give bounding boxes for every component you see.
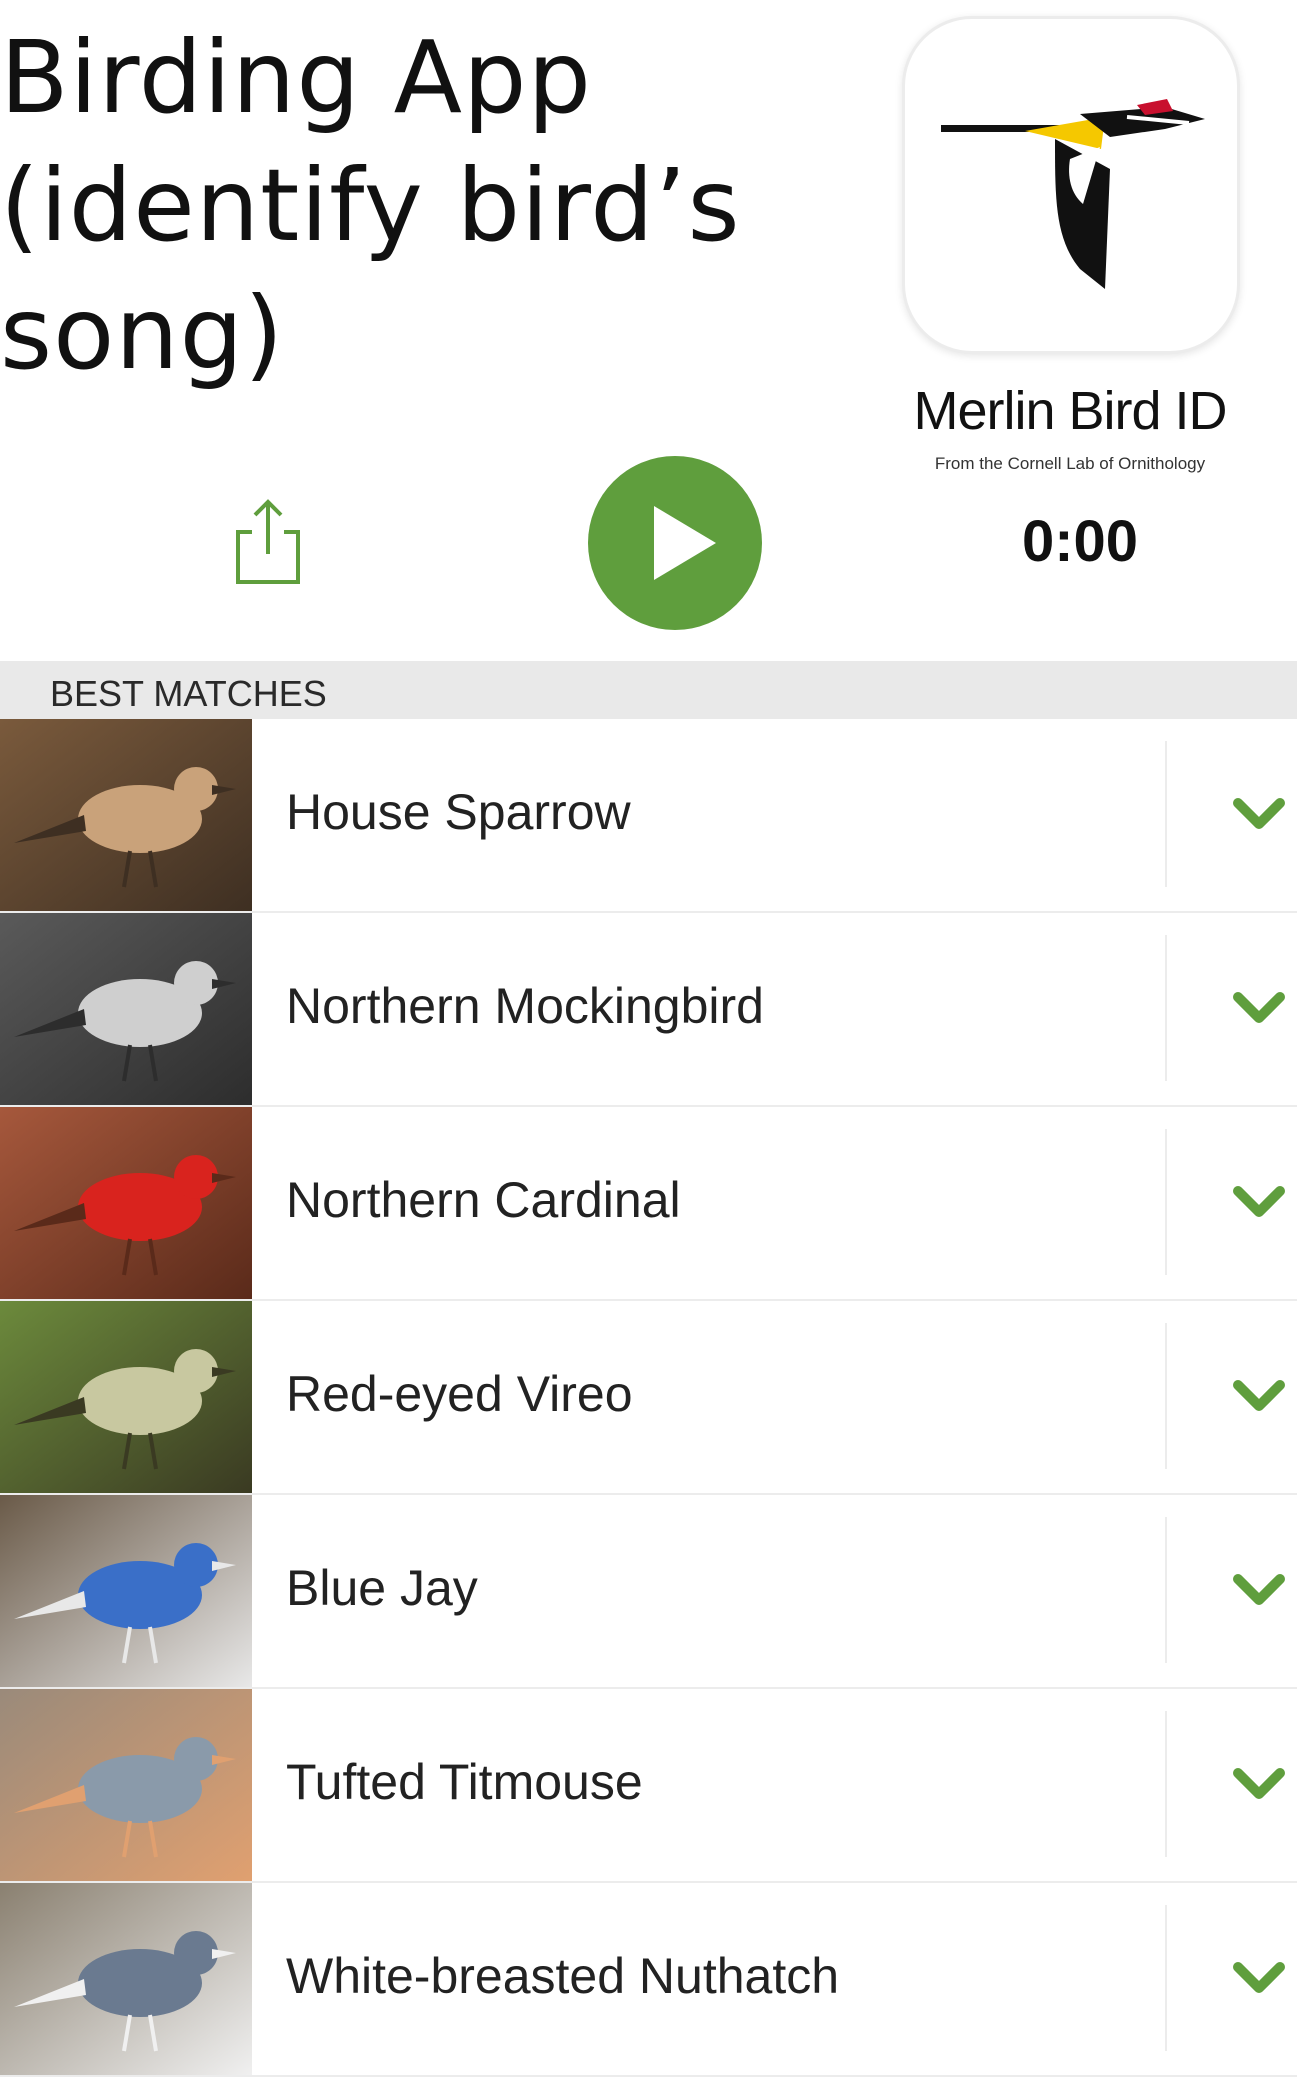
bird-photo	[0, 1495, 252, 1687]
row-divider	[1165, 1905, 1167, 2051]
bird-photo	[0, 1107, 252, 1299]
match-row[interactable]: Red-eyed Vireo	[0, 1301, 1297, 1495]
bird-name: Red-eyed Vireo	[286, 1366, 633, 1422]
expand-button[interactable]	[1228, 789, 1290, 839]
chevron-down-icon	[1233, 1574, 1285, 1605]
match-row[interactable]: Blue Jay	[0, 1495, 1297, 1689]
chevron-down-icon	[1233, 1962, 1285, 1993]
expand-button[interactable]	[1228, 1371, 1290, 1421]
expand-button[interactable]	[1228, 1759, 1290, 1809]
bird-photo	[0, 719, 252, 911]
match-row[interactable]: House Sparrow	[0, 719, 1297, 913]
bird-name: Blue Jay	[286, 1560, 478, 1616]
match-row[interactable]: White-breasted Nuthatch	[0, 1883, 1297, 2077]
bird-photo	[0, 1689, 252, 1881]
headline-line-2: (identify bird’s	[0, 147, 741, 264]
row-divider	[1165, 1517, 1167, 1663]
match-row[interactable]: Tufted Titmouse	[0, 1689, 1297, 1883]
row-divider	[1165, 1711, 1167, 1857]
chevron-down-icon	[1233, 798, 1285, 829]
row-divider	[1165, 1129, 1167, 1275]
bird-photo	[0, 913, 252, 1105]
play-button[interactable]	[588, 456, 762, 630]
section-title: BEST MATCHES	[50, 673, 327, 714]
expand-button[interactable]	[1228, 1565, 1290, 1615]
share-button[interactable]	[228, 496, 308, 586]
app-subtitle: From the Cornell Lab of Ornithology	[934, 454, 1206, 473]
recording-timer: 0:00	[1021, 509, 1139, 574]
chevron-down-icon	[1233, 1768, 1285, 1799]
share-icon	[236, 499, 300, 584]
match-row[interactable]: Northern Mockingbird	[0, 913, 1297, 1107]
bird-name: Tufted Titmouse	[286, 1754, 643, 1810]
play-icon	[654, 506, 716, 580]
row-divider	[1165, 741, 1167, 887]
bird-name: Northern Cardinal	[286, 1172, 681, 1228]
bird-photo	[0, 1301, 252, 1493]
merlin-logo-icon	[902, 16, 1240, 354]
row-divider	[1165, 935, 1167, 1081]
expand-button[interactable]	[1228, 983, 1290, 1033]
row-divider	[1165, 1323, 1167, 1469]
bird-name: House Sparrow	[286, 784, 631, 840]
headline-line-1: Birding App	[0, 19, 593, 136]
headline: Birding App (identify bird’s song)	[0, 14, 820, 398]
headline-line-3: song)	[0, 275, 285, 392]
app-name: Merlin Bird ID	[913, 381, 1227, 441]
expand-button[interactable]	[1228, 1953, 1290, 2003]
bird-name: White-breasted Nuthatch	[286, 1948, 840, 2004]
best-matches-header: BEST MATCHES	[0, 661, 1297, 719]
chevron-down-icon	[1233, 1186, 1285, 1217]
expand-button[interactable]	[1228, 1177, 1290, 1227]
bird-photo	[0, 1883, 252, 2075]
chevron-down-icon	[1233, 992, 1285, 1023]
chevron-down-icon	[1233, 1380, 1285, 1411]
bird-name: Northern Mockingbird	[286, 978, 764, 1034]
match-row[interactable]: Northern Cardinal	[0, 1107, 1297, 1301]
matches-list: House Sparrow Northern Mockingbird Norther…	[0, 719, 1297, 2077]
